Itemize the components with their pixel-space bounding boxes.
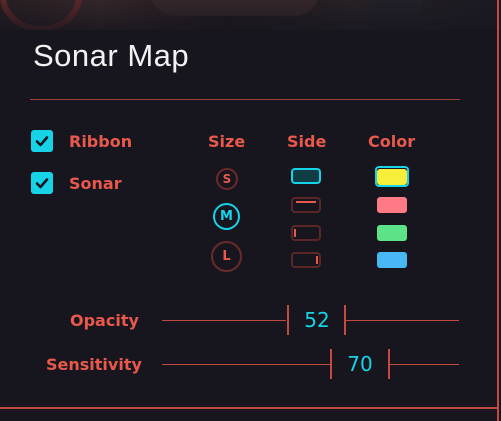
side-top-button[interactable] <box>291 197 321 213</box>
color-pink-swatch[interactable] <box>377 197 407 213</box>
side-top-marker <box>296 201 316 203</box>
sonar-map-panel: Sonar Map Ribbon Sonar Size Side Color S… <box>0 0 499 421</box>
side-all-button[interactable] <box>291 168 321 184</box>
size-large-label: L <box>222 249 231 264</box>
opacity-track-left[interactable] <box>162 320 286 321</box>
size-medium-button[interactable]: M <box>213 203 240 230</box>
opacity-label: Opacity <box>70 311 139 330</box>
side-column-header: Side <box>287 132 327 151</box>
side-left-button[interactable] <box>291 225 321 241</box>
sonar-toggle[interactable]: Sonar <box>31 172 122 194</box>
color-blue-swatch[interactable] <box>377 252 407 268</box>
panel-bottom-border <box>0 407 499 409</box>
title-divider <box>30 99 460 100</box>
opacity-value[interactable]: 52 <box>288 308 346 332</box>
panel-title: Sonar Map <box>33 38 190 73</box>
opacity-track-right[interactable] <box>346 320 459 321</box>
color-green-swatch[interactable] <box>377 225 407 241</box>
sonar-label: Sonar <box>69 173 122 193</box>
size-column-header: Size <box>208 132 246 151</box>
ribbon-checkbox[interactable] <box>31 130 53 152</box>
sensitivity-track-right[interactable] <box>390 364 459 365</box>
sonar-checkbox[interactable] <box>31 172 53 194</box>
ribbon-label: Ribbon <box>69 131 133 151</box>
size-small-label: S <box>222 172 232 186</box>
sensitivity-value[interactable]: 70 <box>331 352 389 376</box>
side-left-marker <box>294 229 296 237</box>
color-yellow-swatch[interactable] <box>377 169 407 185</box>
sensitivity-track-left[interactable] <box>162 364 330 365</box>
ribbon-toggle[interactable]: Ribbon <box>31 130 132 152</box>
color-column-header: Color <box>368 132 416 151</box>
size-medium-label: M <box>220 209 233 224</box>
sensitivity-label: Sensitivity <box>46 355 142 374</box>
side-right-marker <box>316 256 318 264</box>
checkmark-icon <box>35 136 49 147</box>
size-large-button[interactable]: L <box>211 241 242 272</box>
checkmark-icon <box>35 178 49 189</box>
size-small-button[interactable]: S <box>216 168 238 190</box>
side-right-button[interactable] <box>291 252 321 268</box>
